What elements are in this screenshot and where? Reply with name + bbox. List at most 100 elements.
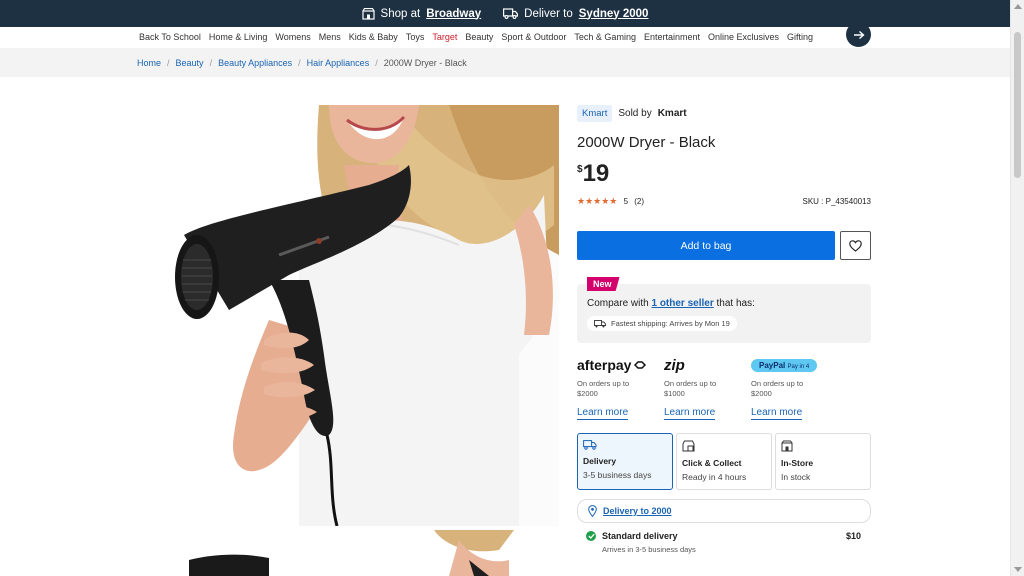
standard-delivery-row: Standard delivery $10 (577, 531, 871, 541)
afterpay-arrows-icon (634, 361, 647, 369)
fast-truck-icon (594, 319, 606, 327)
delivery-option[interactable]: Delivery 3-5 business days (577, 433, 673, 490)
product-photo (169, 105, 559, 526)
nav-item-tech-gaming[interactable]: Tech & Gaming (574, 32, 636, 42)
breadcrumb-hair-appliances[interactable]: Hair Appliances (307, 58, 370, 68)
fastest-shipping-pill: Fastest shipping: Arrives by Mon 19 (587, 316, 737, 331)
deliver-prefix: Deliver to (524, 7, 573, 20)
nav-item-beauty[interactable]: Beauty (465, 32, 493, 42)
nav-item-target[interactable]: Target (432, 32, 457, 42)
payment-option-zip: zip On orders up to $1000 Learn more (664, 356, 751, 420)
product-title: 2000W Dryer - Black (577, 134, 716, 151)
shop-prefix: Shop at (380, 7, 421, 20)
store-icon (781, 440, 793, 452)
delivery-to-postcode-link[interactable]: Delivery to 2000 (603, 506, 672, 516)
product-details-panel: Kmart Sold by Kmart 2000W Dryer - Black … (577, 104, 871, 554)
breadcrumb-separator: / (209, 57, 213, 68)
zip-logo: zip (664, 356, 685, 374)
nav-scroll-right-button[interactable] (846, 22, 871, 47)
compare-prefix: Compare with (587, 298, 649, 309)
payment-option-paypal: PayPal Pay in 4 On orders up to $2000 Lea… (751, 356, 838, 420)
click-collect-title: Click & Collect (682, 458, 742, 468)
truck-icon (583, 440, 597, 450)
nav-item-womens[interactable]: Womens (275, 32, 310, 42)
brand-badge[interactable]: Kmart (577, 104, 613, 122)
delivery-option-title: Delivery (583, 456, 617, 466)
nav-item-toys[interactable]: Toys (406, 32, 425, 42)
nav-item-sport-outdoor[interactable]: Sport & Outdoor (501, 32, 566, 42)
product-thumbnail[interactable] (169, 530, 559, 576)
paypal-description: On orders up to $2000 (751, 379, 804, 398)
store-pickup-icon (682, 440, 695, 452)
product-main-image[interactable] (169, 105, 559, 526)
other-seller-link[interactable]: 1 other seller (651, 298, 713, 309)
click-collect-option[interactable]: Click & Collect Ready in 4 hours (676, 433, 772, 490)
sku-label: SKU : P_43540013 (802, 197, 872, 206)
new-badge: New (587, 277, 620, 291)
delivery-destination: Delivery to 2000 (577, 499, 871, 523)
nav-item-back-to-school[interactable]: Back To School (139, 32, 201, 42)
click-collect-sub: Ready in 4 hours (682, 472, 747, 482)
page-scrollbar[interactable] (1010, 0, 1024, 576)
standard-delivery-price: $10 (845, 531, 861, 541)
nav-item-kids-baby[interactable]: Kids & Baby (349, 32, 398, 42)
paypal-logo: PayPal Pay in 4 (751, 358, 818, 372)
breadcrumb: Home / Beauty / Beauty Appliances / Hair… (0, 48, 1010, 77)
compare-suffix: that has: (716, 298, 755, 309)
afterpay-description: On orders up to $2000 (577, 379, 630, 398)
sold-by-prefix: Sold by (618, 107, 652, 119)
afterpay-learn-more-link[interactable]: Learn more (577, 407, 629, 420)
zip-learn-more-link[interactable]: Learn more (664, 407, 716, 420)
compare-text: Compare with 1 other seller that has: (587, 298, 861, 309)
breadcrumb-beauty-appliances[interactable]: Beauty Appliances (218, 58, 292, 68)
scrollbar-thumb[interactable] (1014, 32, 1021, 178)
product-price: $ 19 (577, 161, 871, 187)
sold-by-name: Kmart (657, 107, 687, 119)
fastest-shipping-text: Fastest shipping: Arrives by Mon 19 (611, 319, 730, 328)
check-circle-icon (586, 531, 596, 541)
rating-row: ★★★★★ 5 (2) SKU : P_43540013 (577, 196, 871, 207)
breadcrumb-separator: / (375, 57, 378, 68)
afterpay-logo: afterpay (577, 357, 647, 373)
location-pin-icon (588, 505, 597, 517)
breadcrumb-beauty[interactable]: Beauty (176, 58, 204, 68)
add-to-bag-button[interactable]: Add to bag (577, 231, 835, 260)
standard-delivery-eta: Arrives in 3-5 business days (602, 545, 696, 554)
star-rating-icon: ★★★★★ (577, 196, 618, 206)
rating-value: 5 (623, 197, 629, 206)
wishlist-button[interactable] (840, 231, 871, 260)
review-count[interactable]: (2) (634, 197, 644, 206)
in-store-title: In-Store (781, 458, 814, 468)
nav-item-mens[interactable]: Mens (319, 32, 341, 42)
breadcrumb-current: 2000W Dryer - Black (383, 57, 467, 68)
arrow-right-icon (853, 30, 865, 39)
seller-row: Kmart Sold by Kmart (577, 104, 871, 122)
heart-icon (849, 239, 862, 252)
in-store-sub: In stock (781, 472, 811, 482)
store-icon (361, 7, 375, 20)
thumbnail-photo (169, 530, 559, 576)
deliver-to-location[interactable]: Deliver to Sydney 2000 (503, 8, 648, 20)
rating-summary[interactable]: ★★★★★ 5 (2) (577, 196, 644, 207)
compare-sellers-box: New Compare with 1 other seller that has… (577, 277, 871, 343)
scroll-up-arrow-icon[interactable] (1014, 4, 1022, 9)
shop-at-store[interactable]: Shop at Broadway (361, 7, 481, 20)
payment-options: afterpay On orders up to $2000 Learn more… (577, 356, 871, 420)
nav-item-online-exclusives[interactable]: Online Exclusives (708, 32, 779, 42)
payment-option-afterpay: afterpay On orders up to $2000 Learn more (577, 356, 664, 420)
breadcrumb-home[interactable]: Home (137, 58, 161, 68)
zip-description: On orders up to $1000 (664, 379, 717, 398)
purchase-actions: Add to bag (577, 231, 871, 260)
nav-item-entertainment[interactable]: Entertainment (644, 32, 700, 42)
paypal-learn-more-link[interactable]: Learn more (751, 407, 803, 420)
breadcrumb-separator: / (298, 57, 301, 68)
in-store-option[interactable]: In-Store In stock (775, 433, 871, 490)
deliver-location-link[interactable]: Sydney 2000 (579, 8, 649, 20)
truck-icon (503, 8, 519, 19)
shop-store-link[interactable]: Broadway (426, 8, 481, 20)
fulfilment-options: Delivery 3-5 business days Click & Colle… (577, 433, 871, 490)
scroll-down-arrow-icon[interactable] (1014, 567, 1022, 572)
nav-item-gifting[interactable]: Gifting (787, 32, 813, 42)
price-amount: 19 (582, 160, 610, 187)
nav-item-home-living[interactable]: Home & Living (209, 32, 268, 42)
